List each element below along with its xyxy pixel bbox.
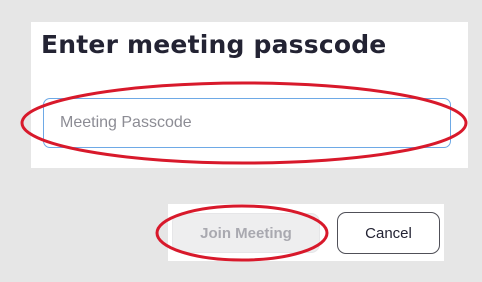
passcode-input[interactable] (43, 98, 451, 148)
join-meeting-button[interactable]: Join Meeting (172, 213, 320, 253)
dialog-title: Enter meeting passcode (41, 30, 387, 59)
cancel-button[interactable]: Cancel (337, 212, 440, 254)
